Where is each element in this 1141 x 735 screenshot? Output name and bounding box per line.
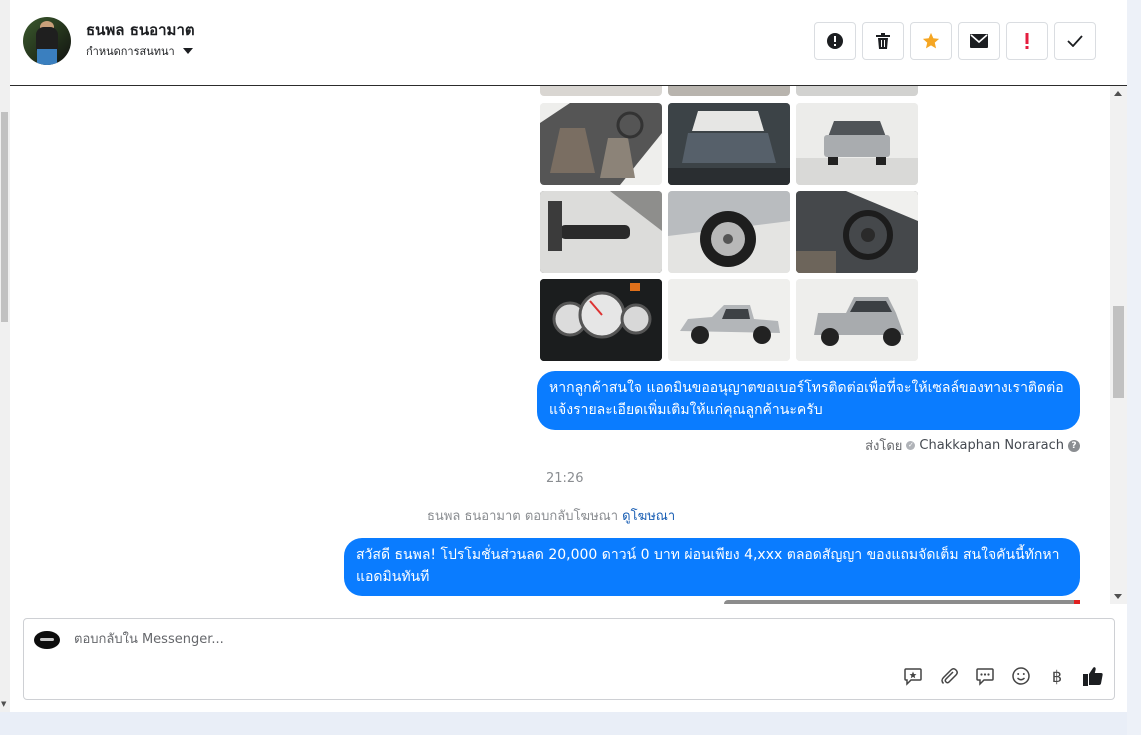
- conversation-header: ธนพล ธนอามาต กำหนดการสนทนา: [10, 0, 1127, 86]
- composer-tools: ฿: [902, 665, 1104, 687]
- mark-unread-button[interactable]: [958, 22, 1000, 60]
- outer-scrollbar[interactable]: ▼: [0, 0, 10, 712]
- emoji-icon: [1012, 667, 1030, 685]
- mail-icon: [970, 34, 988, 48]
- conversation-status-dropdown[interactable]: กำหนดการสนทนา: [86, 42, 193, 60]
- contact-avatar[interactable]: [23, 17, 71, 65]
- photo-thumbnail[interactable]: [796, 86, 918, 96]
- message-text: สวัสดี ธนพล! โปรโมชั่นส่วนลด 20,000 ดาวน…: [356, 547, 1060, 585]
- outer-scroll-down-arrow[interactable]: ▼: [1, 700, 6, 708]
- mark-done-button[interactable]: [1054, 22, 1096, 60]
- baht-icon: ฿: [1051, 666, 1063, 686]
- message-thread[interactable]: หากลูกค้าสนใจ แอดมินขออนุญาตขอเบอร์โทรติ…: [10, 86, 1110, 604]
- saved-reply-button[interactable]: [902, 665, 924, 687]
- photo-car-side-view[interactable]: [668, 279, 790, 361]
- mark-spam-button[interactable]: [814, 22, 856, 60]
- page-background: [1127, 0, 1141, 735]
- thread-scrollbar[interactable]: [1110, 86, 1127, 604]
- outer-scroll-thumb[interactable]: [1, 112, 8, 322]
- photo-thumbnail[interactable]: [668, 86, 790, 96]
- status-label: กำหนดการสนทนา: [86, 45, 175, 58]
- verified-icon: ✓: [906, 441, 916, 450]
- photo-car-interior-rear-seat[interactable]: [668, 103, 790, 185]
- photo-thumbnail[interactable]: [540, 86, 662, 96]
- photo-car-rear-view[interactable]: [796, 103, 918, 185]
- thread-scroll-thumb[interactable]: [1113, 306, 1124, 398]
- ad-reply-text: ธนพล ธนอามาต ตอบกลับโฆษณา: [427, 509, 619, 524]
- ad-reply-notice: ธนพล ธนอามาต ตอบกลับโฆษณา ดูโฆษณา: [427, 505, 675, 526]
- caret-down-icon: [182, 48, 193, 54]
- message-text: หากลูกค้าสนใจ แอดมินขออนุญาตขอเบอร์โทรติ…: [549, 380, 1064, 418]
- contact-name[interactable]: ธนพล ธนอามาต: [86, 18, 195, 42]
- photo-car-steering-wheel[interactable]: [796, 191, 918, 273]
- conversation-panel: ธนพล ธนอามาต กำหนดการสนทนา หากลูกค้าสนใจ…: [10, 0, 1127, 712]
- payment-button[interactable]: ฿: [1046, 665, 1068, 687]
- check-icon: [1067, 35, 1083, 47]
- emoji-button[interactable]: [1010, 665, 1032, 687]
- scroll-up-arrow[interactable]: [1114, 91, 1122, 96]
- header-actions: [814, 22, 1096, 60]
- outgoing-message-bubble[interactable]: สวัสดี ธนพล! โปรโมชั่นส่วนลด 20,000 ดาวน…: [344, 538, 1080, 596]
- photo-car-rear-three-quarter[interactable]: [796, 279, 918, 361]
- saved-reply-icon: [904, 668, 922, 686]
- photo-car-wheel[interactable]: [668, 191, 790, 273]
- chat-icon: [976, 668, 994, 686]
- star-button[interactable]: [910, 22, 952, 60]
- exclamation-icon: [1025, 33, 1029, 49]
- reply-composer: ฿: [23, 618, 1115, 700]
- star-icon: [922, 32, 940, 49]
- message-timestamp: 21:26: [546, 471, 584, 486]
- attach-file-button[interactable]: [938, 665, 960, 687]
- attachment-icon: [941, 668, 958, 685]
- photo-car-door-panel[interactable]: [540, 191, 662, 273]
- help-icon[interactable]: ?: [1068, 439, 1080, 452]
- sent-by-info: ส่งโดย ✓ Chakkaphan Norarach ?: [865, 435, 1080, 456]
- scroll-down-arrow[interactable]: [1114, 594, 1122, 599]
- sent-by-label: ส่งโดย: [865, 439, 903, 454]
- page-avatar: [34, 631, 60, 649]
- view-ad-link[interactable]: ดูโฆษณา: [622, 509, 675, 524]
- thumbs-up-icon: [1083, 667, 1103, 686]
- follow-up-button[interactable]: [1006, 22, 1048, 60]
- send-like-button[interactable]: [1082, 665, 1104, 687]
- alert-icon: [827, 33, 843, 49]
- photo-car-gauge-cluster[interactable]: [540, 279, 662, 361]
- sent-by-agent[interactable]: Chakkaphan Norarach: [919, 438, 1064, 453]
- reply-input[interactable]: [72, 631, 776, 648]
- trash-icon: [876, 33, 890, 49]
- quick-replies-button[interactable]: [974, 665, 996, 687]
- attachment-preview[interactable]: [724, 600, 1080, 604]
- delete-button[interactable]: [862, 22, 904, 60]
- outgoing-message-bubble[interactable]: หากลูกค้าสนใจ แอดมินขออนุญาตขอเบอร์โทรติ…: [537, 371, 1080, 430]
- photo-car-interior-front-seats[interactable]: [540, 103, 662, 185]
